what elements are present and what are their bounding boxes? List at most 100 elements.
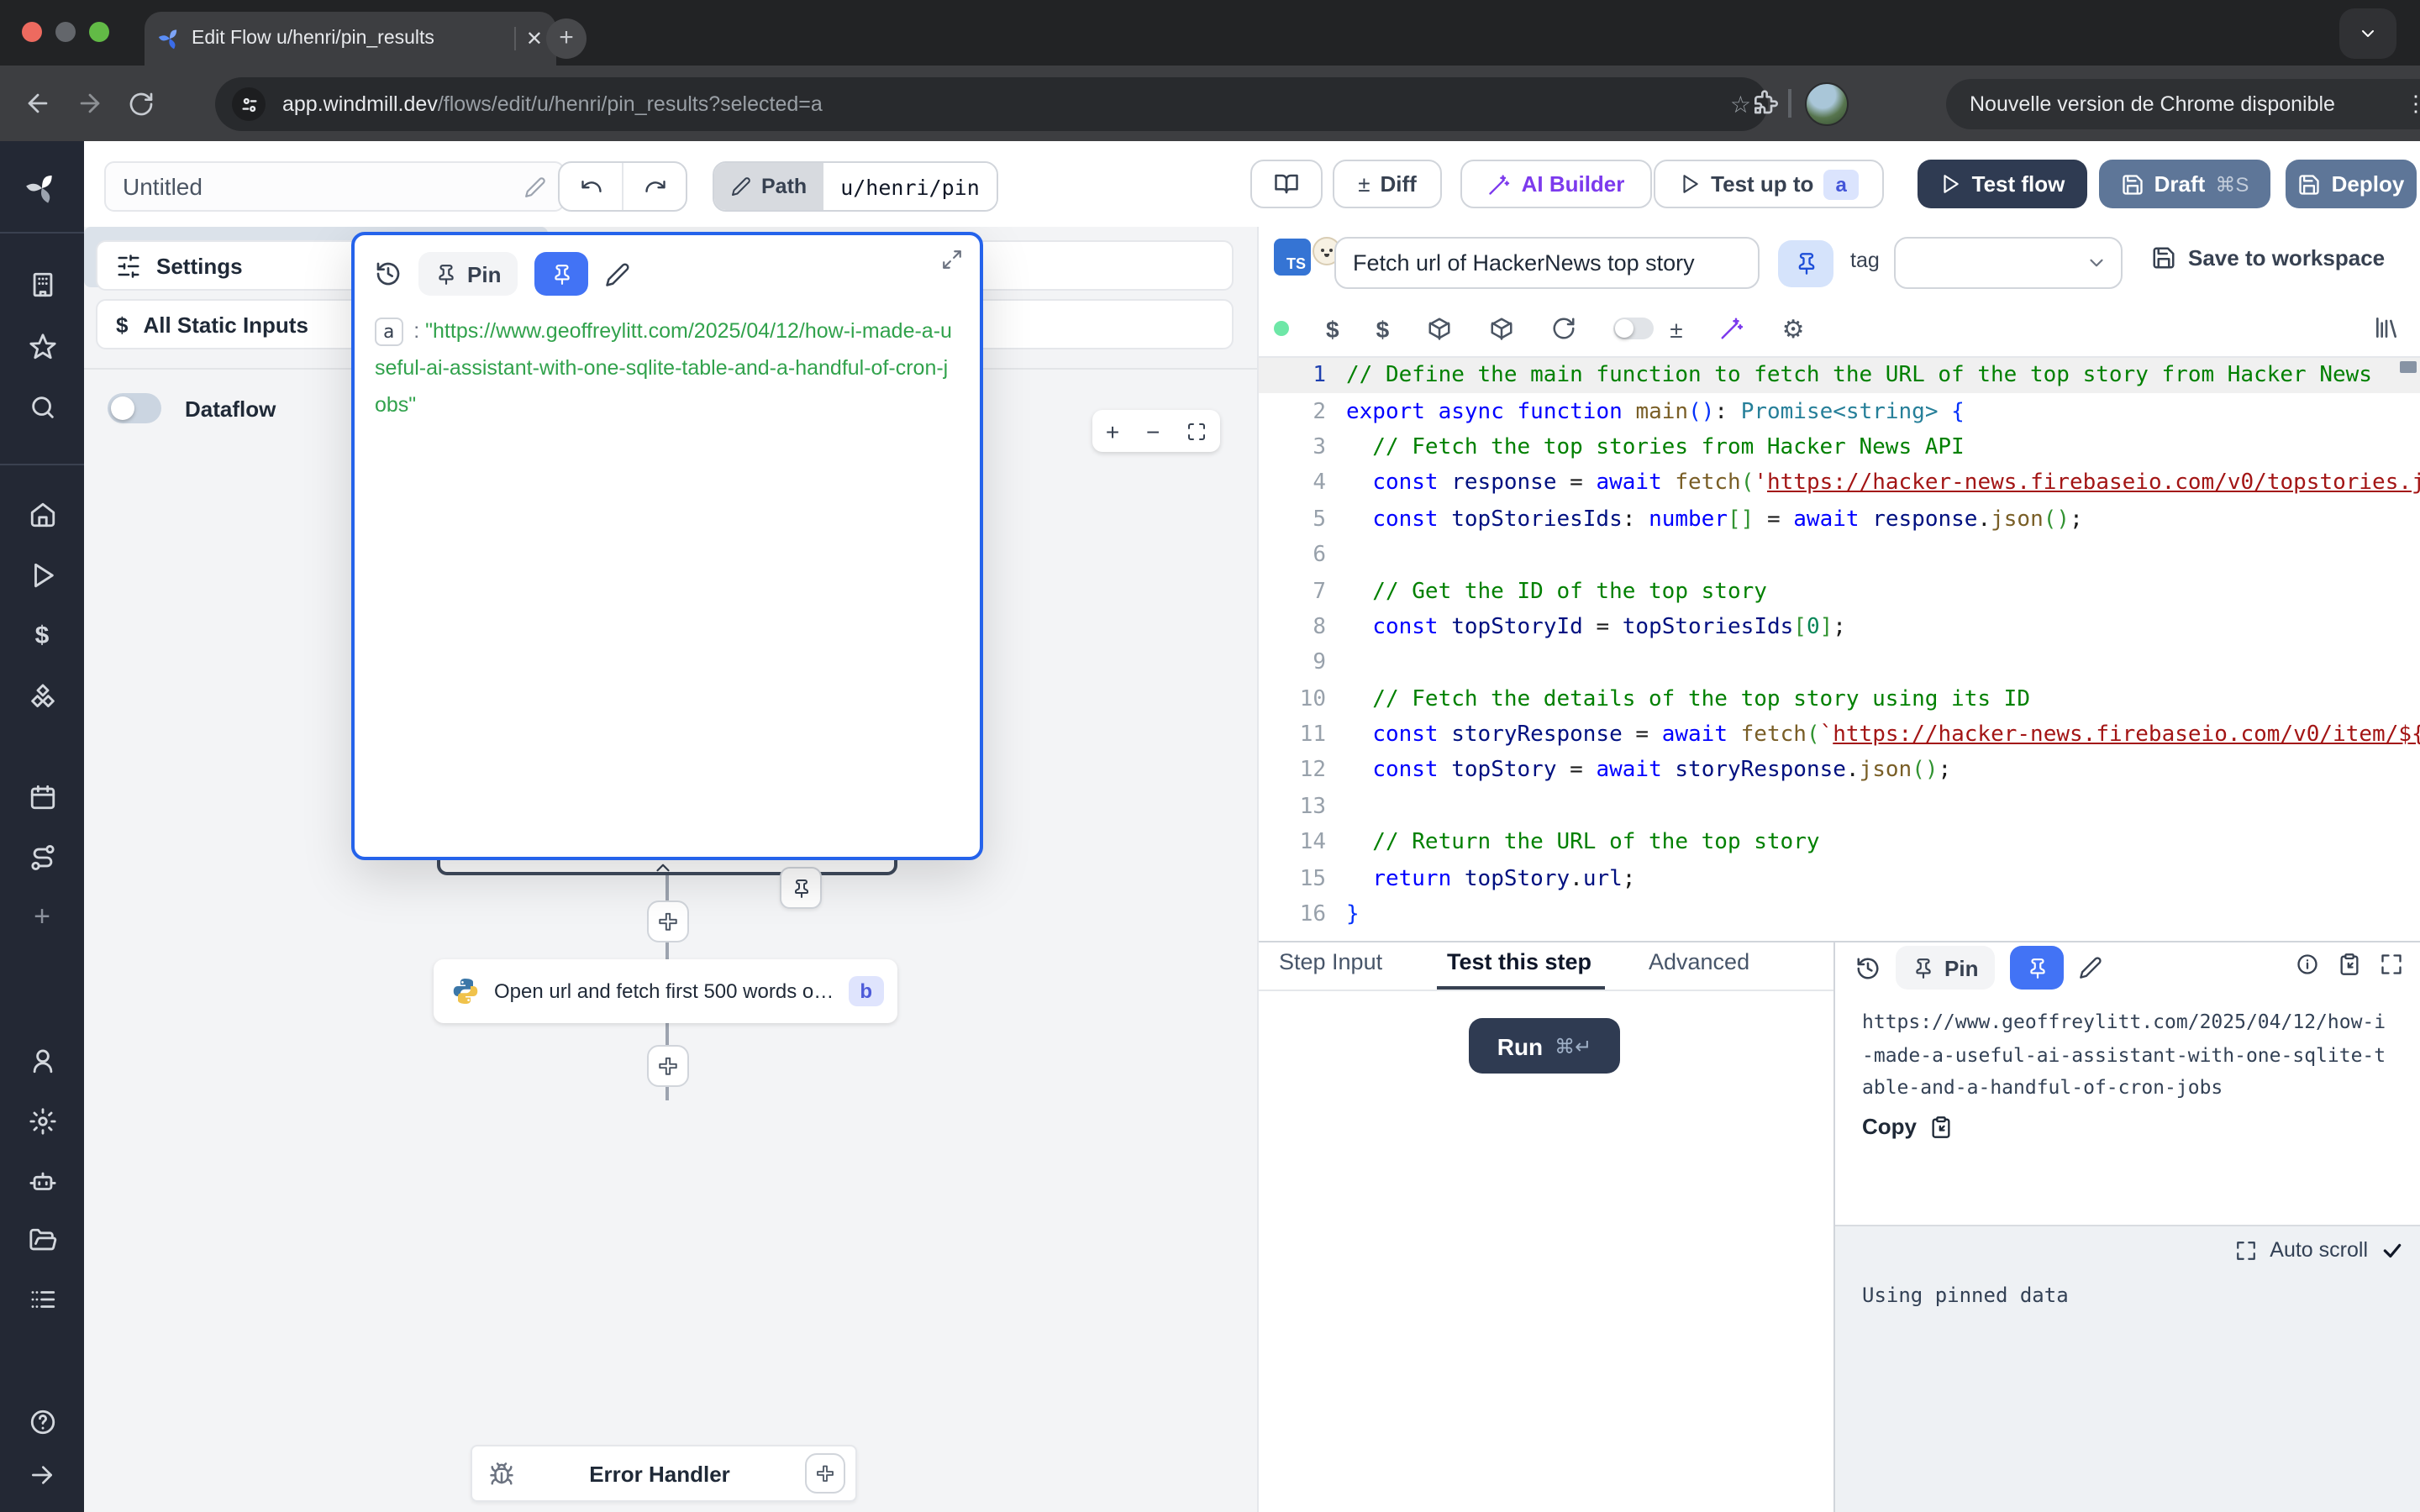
redo-button[interactable]	[622, 163, 686, 210]
flow-node-error-handler[interactable]: Error Handler	[471, 1445, 857, 1502]
pencil-icon[interactable]	[605, 261, 630, 286]
sidebar-item-workspace[interactable]	[0, 260, 84, 307]
back-icon[interactable]	[24, 89, 52, 118]
step-summary-input[interactable]: Fetch url of HackerNews top story	[1334, 237, 1760, 289]
window-close-button[interactable]	[22, 22, 42, 42]
pinned-active-button[interactable]	[534, 252, 588, 296]
windmill-logo[interactable]	[0, 165, 84, 212]
code-line[interactable]: 7 // Get the ID of the top story	[1259, 574, 2420, 610]
dataflow-toggle[interactable]	[108, 393, 161, 423]
window-minimize-button[interactable]	[55, 22, 76, 42]
sidebar-item-workers[interactable]	[0, 1158, 84, 1205]
code-line[interactable]: 6	[1259, 538, 2420, 574]
sidebar-item-variables[interactable]: $	[0, 612, 84, 659]
code-line[interactable]: 2export async function main(): Promise<s…	[1259, 394, 2420, 430]
sidebar-expand[interactable]	[0, 1452, 84, 1499]
bookmark-star-icon[interactable]: ☆	[1730, 90, 1751, 118]
forward-icon[interactable]	[76, 89, 104, 118]
path-button[interactable]: Path u/henri/pin	[713, 161, 998, 212]
fullscreen-icon[interactable]	[2234, 1239, 2256, 1261]
code-line[interactable]: 16}	[1259, 897, 2420, 933]
sidebar-item-folders[interactable]	[0, 1216, 84, 1263]
code-line[interactable]: 11 const storyResponse = await fetch(`ht…	[1259, 717, 2420, 753]
code-line[interactable]: 8 const topStoryId = topStoriesIds[0];	[1259, 609, 2420, 645]
zoom-in-button[interactable]: +	[1106, 417, 1119, 444]
code-line[interactable]: 12 const topStory = await storyResponse.…	[1259, 753, 2420, 790]
test-flow-button[interactable]: Test flow	[1918, 160, 2087, 208]
sidebar-item-runs[interactable]	[0, 551, 84, 598]
scrollbar-thumb[interactable]	[2400, 361, 2417, 373]
run-button[interactable]: Run ⌘↵	[1469, 1018, 1620, 1074]
code-line[interactable]: 5 const topStoriesIds: number[] = await …	[1259, 501, 2420, 538]
gear-icon[interactable]: ⚙	[1782, 313, 1805, 344]
diff-icon[interactable]: ±	[1670, 315, 1682, 342]
code-line[interactable]: 1// Define the main function to fetch th…	[1259, 358, 2420, 394]
result-value[interactable]: https://www.geoffreylitt.com/2025/04/12/…	[1862, 1006, 2396, 1105]
flow-node-b[interactable]: Open url and fetch first 500 words of ..…	[434, 959, 897, 1023]
pencil-icon[interactable]	[2079, 956, 2102, 979]
code-line[interactable]: 9	[1259, 645, 2420, 681]
code-line[interactable]: 15 return topStory.url;	[1259, 861, 2420, 897]
test-up-to-button[interactable]: Test up to a	[1654, 160, 1884, 208]
auto-scroll-control[interactable]: Auto scroll	[2234, 1238, 2403, 1262]
wand-icon[interactable]	[1720, 316, 1745, 341]
sidebar-item-settings[interactable]	[0, 1097, 84, 1144]
pin-toggle-button[interactable]: Pin	[1896, 946, 1995, 990]
flow-name-input[interactable]: Untitled	[104, 161, 565, 212]
reload-icon[interactable]	[128, 90, 155, 117]
undo-button[interactable]	[560, 163, 622, 210]
sidebar-item-add[interactable]: +	[0, 894, 84, 941]
site-info-icon[interactable]	[232, 87, 266, 121]
library-icon[interactable]	[2373, 314, 2400, 341]
dollar-icon[interactable]: $	[1326, 315, 1339, 342]
fullscreen-icon[interactable]	[1186, 421, 1207, 441]
code-line[interactable]: 4 const response = await fetch('https://…	[1259, 465, 2420, 501]
fullscreen-icon[interactable]	[2380, 953, 2403, 976]
sidebar-item-resources[interactable]	[0, 672, 84, 719]
code-line[interactable]: 3 // Fetch the top stories from Hacker N…	[1259, 430, 2420, 466]
history-icon[interactable]	[375, 260, 402, 287]
tab-close-icon[interactable]: ✕	[526, 27, 543, 50]
ai-builder-button[interactable]: AI Builder	[1460, 160, 1652, 208]
deploy-button[interactable]: Deploy	[2286, 160, 2417, 208]
dollar-icon[interactable]: $	[1376, 315, 1390, 342]
editor-toggle[interactable]	[1612, 318, 1653, 339]
save-to-workspace-button[interactable]: Save to workspace	[2151, 245, 2385, 270]
code-editor[interactable]: 1// Define the main function to fetch th…	[1259, 358, 2420, 934]
tab-search-button[interactable]	[2339, 8, 2396, 59]
step-pin-button[interactable]	[1778, 240, 1833, 287]
expand-icon[interactable]	[941, 249, 963, 270]
sidebar-item-favorites[interactable]	[0, 323, 84, 370]
docs-button[interactable]	[1250, 160, 1323, 208]
sidebar-item-help[interactable]	[0, 1398, 84, 1445]
code-line[interactable]: 10 // Fetch the details of the top story…	[1259, 681, 2420, 717]
extensions-puzzle-icon[interactable]	[1751, 89, 1778, 116]
package-icon[interactable]	[1426, 316, 1451, 341]
draft-button[interactable]: Draft ⌘S	[2099, 160, 2270, 208]
zoom-out-button[interactable]: −	[1146, 417, 1160, 444]
code-line[interactable]: 13	[1259, 789, 2420, 825]
code-line[interactable]: 14 // Return the URL of the top story	[1259, 825, 2420, 861]
pinned-active-button[interactable]	[2010, 946, 2064, 990]
tab-test-this-step[interactable]: Test this step	[1447, 949, 1591, 974]
sidebar-item-routes[interactable]	[0, 833, 84, 880]
insert-step-button[interactable]	[647, 1045, 689, 1087]
browser-tab[interactable]: Edit Flow u/henri/pin_results ✕	[145, 12, 556, 66]
copy-button[interactable]: Copy	[1862, 1114, 1952, 1139]
tab-advanced[interactable]: Advanced	[1649, 949, 1749, 974]
sidebar-item-logs[interactable]	[0, 1275, 84, 1322]
pin-toggle-button[interactable]: Pin	[418, 252, 518, 296]
sidebar-item-search[interactable]	[0, 383, 84, 430]
diff-button[interactable]: ± Diff	[1333, 160, 1442, 208]
node-a-pin-badge[interactable]	[780, 867, 822, 909]
error-handler-add-button[interactable]	[805, 1453, 845, 1494]
pinned-json-value[interactable]: a : "https://www.geoffreylitt.com/2025/0…	[375, 312, 956, 423]
insert-step-button[interactable]	[647, 900, 689, 942]
new-tab-button[interactable]: +	[546, 18, 587, 59]
info-icon[interactable]	[2296, 953, 2319, 976]
sidebar-item-schedules[interactable]	[0, 773, 84, 820]
sidebar-item-account[interactable]	[0, 1037, 84, 1084]
package-icon[interactable]	[1488, 316, 1513, 341]
history-icon[interactable]	[1855, 955, 1881, 980]
url-bar[interactable]: app.windmill.dev/flows/edit/u/henri/pin_…	[215, 77, 1768, 131]
